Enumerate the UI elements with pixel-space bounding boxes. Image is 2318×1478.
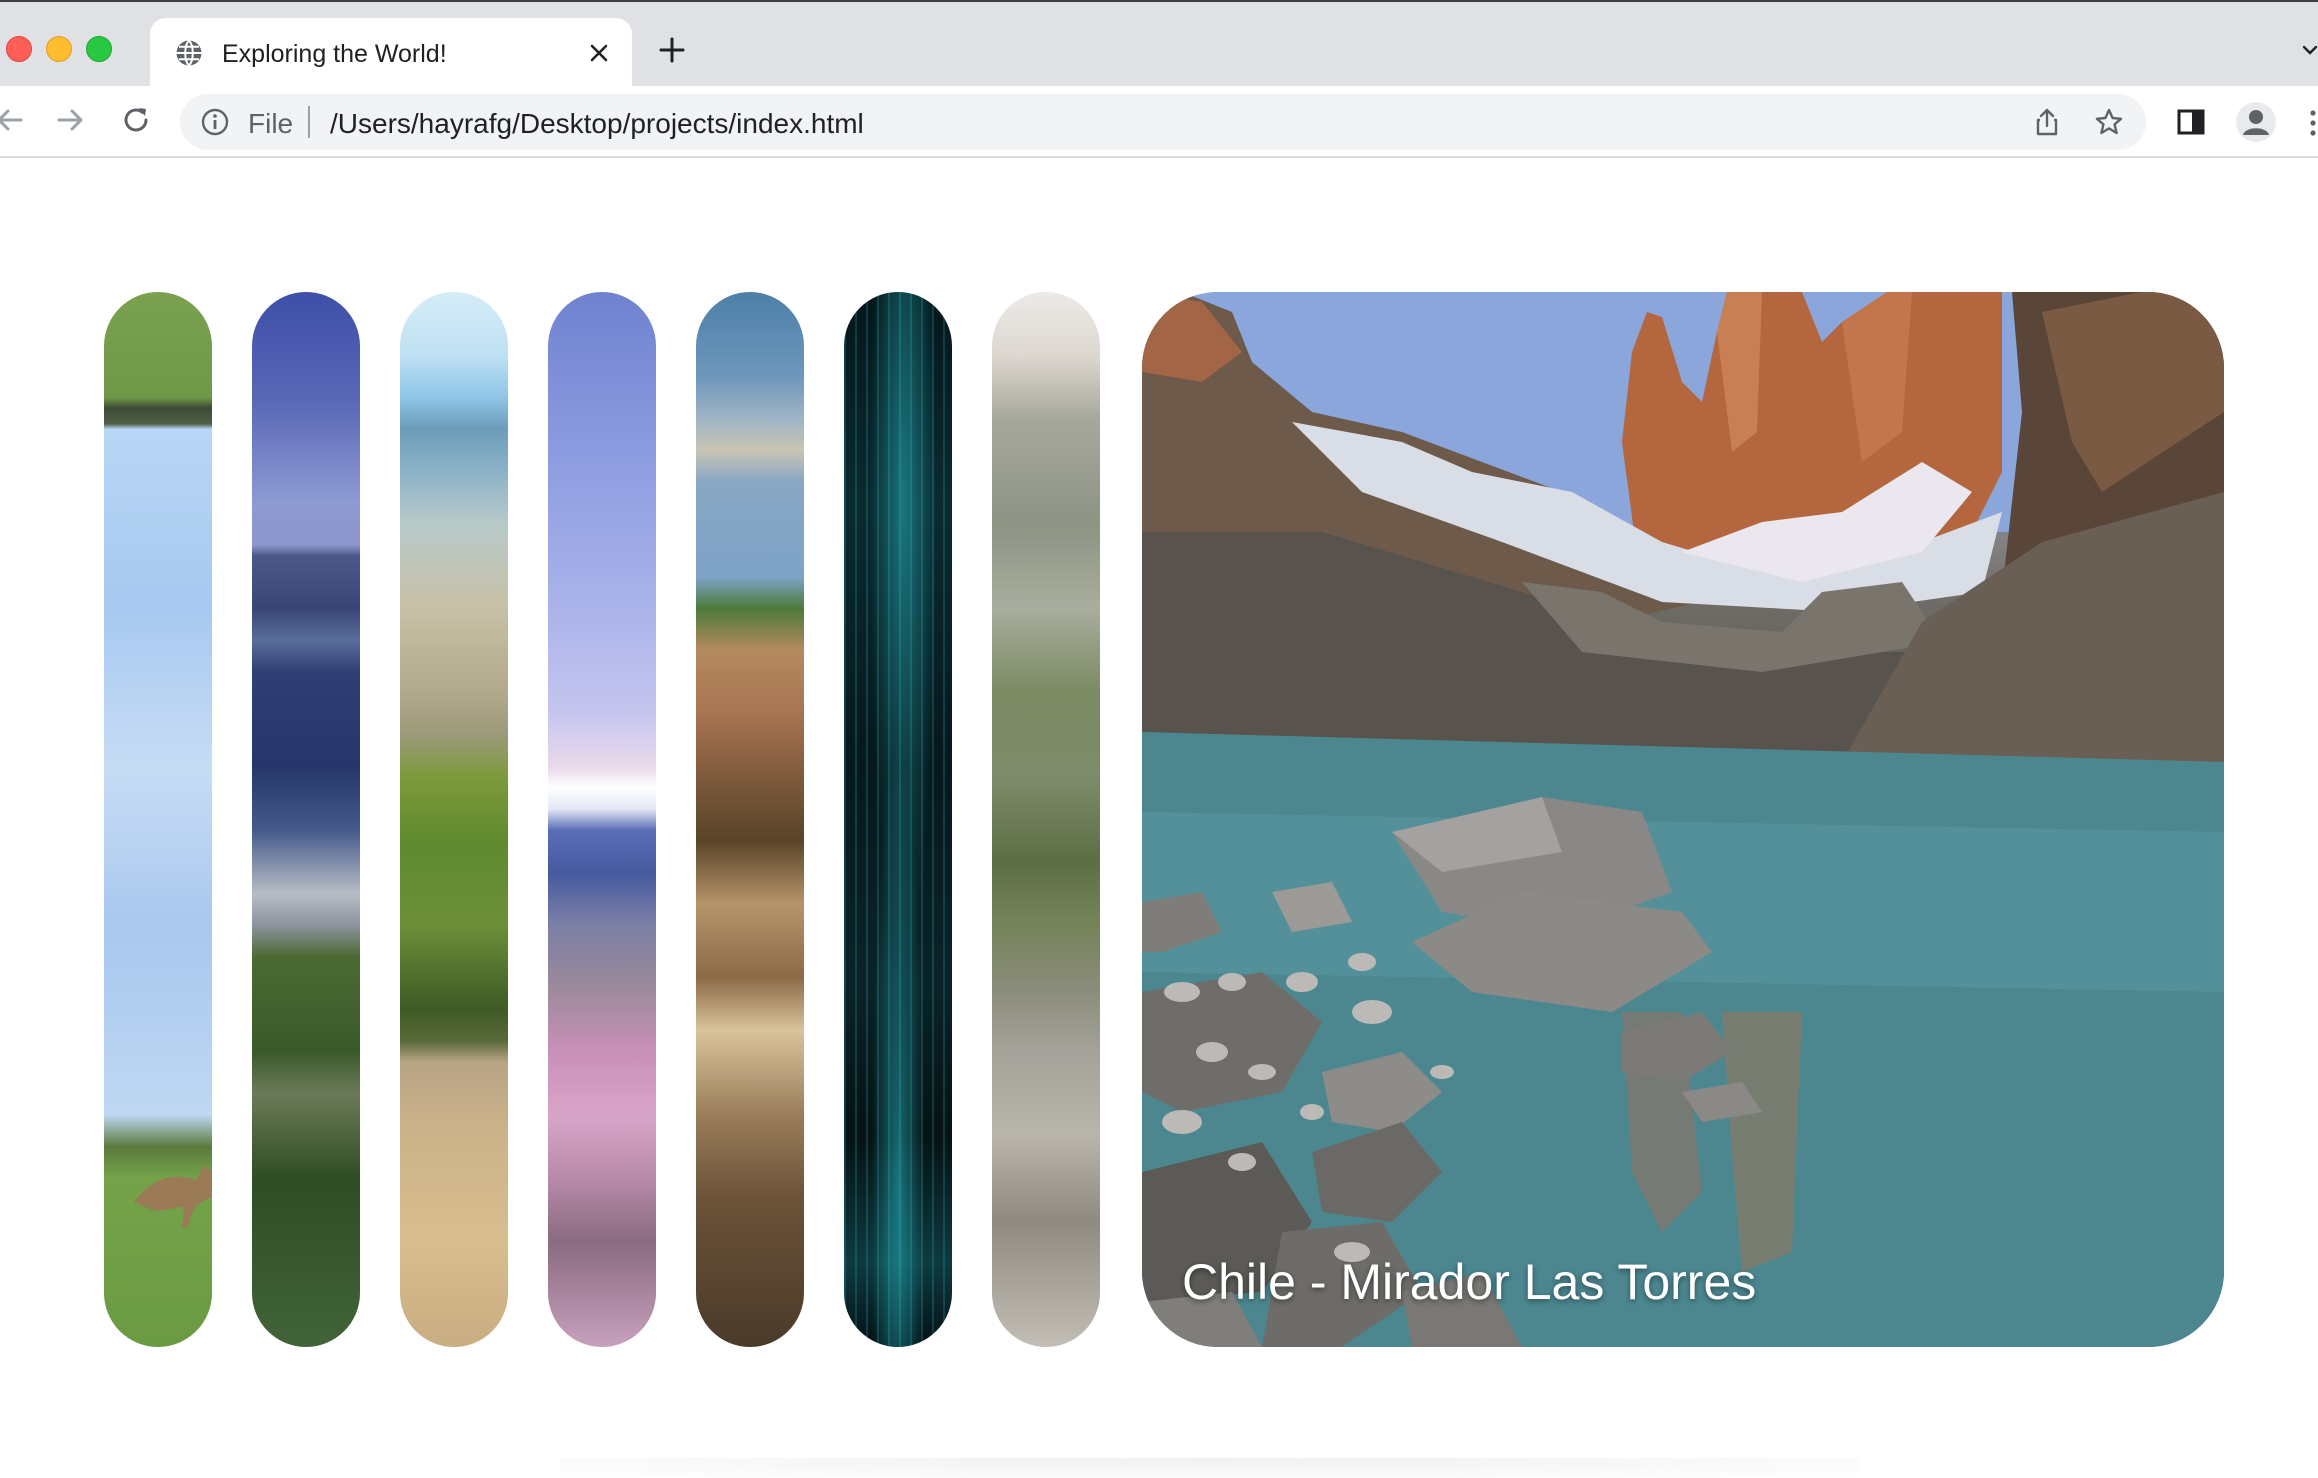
arrow-left-icon xyxy=(0,109,23,131)
profile-avatar-icon xyxy=(2243,110,2269,135)
info-icon[interactable] xyxy=(200,107,230,137)
close-tab-button[interactable] xyxy=(584,38,614,68)
landscape-photo-mountain-stairs xyxy=(992,292,1100,1347)
landscape-photo-kangaroo xyxy=(104,292,212,1347)
gallery-panel-glowworm-cave[interactable] xyxy=(844,292,952,1347)
close-icon xyxy=(590,44,608,62)
side-panel-icon[interactable] xyxy=(2176,107,2206,137)
page-bottom-shadow xyxy=(560,1458,1860,1478)
torres-landscape-drawing xyxy=(1142,292,2224,1347)
landscape-photo-torres-del-paine xyxy=(1142,292,2224,1347)
landscape-photo-village-street xyxy=(696,292,804,1347)
kangaroo-silhouette-icon xyxy=(134,1166,212,1227)
forward-button[interactable] xyxy=(52,102,88,138)
landscape-photo-coastal-city xyxy=(252,292,360,1347)
window-minimize-button[interactable] xyxy=(46,36,72,62)
tab-title: Exploring the World! xyxy=(222,40,447,68)
url-text[interactable]: /Users/hayrafg/Desktop/projects/index.ht… xyxy=(330,108,864,140)
gallery-panel-mountain-stairs[interactable] xyxy=(992,292,1100,1347)
address-divider xyxy=(308,106,310,138)
landscape-photo-mount-fuji xyxy=(548,292,656,1347)
gallery-panel-cactus-mountains[interactable] xyxy=(400,292,508,1347)
share-icon[interactable] xyxy=(2032,107,2062,137)
star-icon[interactable] xyxy=(2094,107,2124,137)
reload-button[interactable] xyxy=(118,102,154,138)
gallery-panel-village-street[interactable] xyxy=(696,292,804,1347)
window-close-button[interactable] xyxy=(6,36,32,62)
arrow-right-icon xyxy=(57,109,83,131)
address-bar[interactable]: File /Users/hayrafg/Desktop/projects/ind… xyxy=(180,94,2146,150)
landscape-photo-glowworm-cave xyxy=(844,292,952,1347)
reload-icon xyxy=(124,108,148,132)
landscape-photo-cactus-mountains xyxy=(400,292,508,1347)
plus-icon xyxy=(659,37,685,63)
browser-tab-active[interactable]: Exploring the World! xyxy=(150,18,632,88)
gallery-panel-mount-fuji[interactable] xyxy=(548,292,656,1347)
expanding-image-gallery: Chile - Mirador Las Torres xyxy=(0,158,2318,1478)
url-scheme-label: File xyxy=(248,108,294,139)
new-tab-button[interactable] xyxy=(654,32,690,68)
more-menu-icon[interactable] xyxy=(2308,108,2318,138)
back-button[interactable] xyxy=(0,102,28,138)
gallery-panel-mirador-las-torres[interactable]: Chile - Mirador Las Torres xyxy=(1142,292,2224,1347)
profile-avatar-button[interactable] xyxy=(2236,102,2276,142)
gallery-panel-kangaroo-field[interactable] xyxy=(104,292,212,1347)
chevron-down-icon[interactable] xyxy=(2300,40,2318,60)
browser-tab-strip: Exploring the World! xyxy=(0,0,2318,88)
window-maximize-button[interactable] xyxy=(86,36,112,62)
panel-title: Chile - Mirador Las Torres xyxy=(1182,1254,1757,1310)
browser-toolbar: File /Users/hayrafg/Desktop/projects/ind… xyxy=(0,86,2318,158)
globe-icon xyxy=(176,39,202,67)
gallery-panel-coastal-city[interactable] xyxy=(252,292,360,1347)
